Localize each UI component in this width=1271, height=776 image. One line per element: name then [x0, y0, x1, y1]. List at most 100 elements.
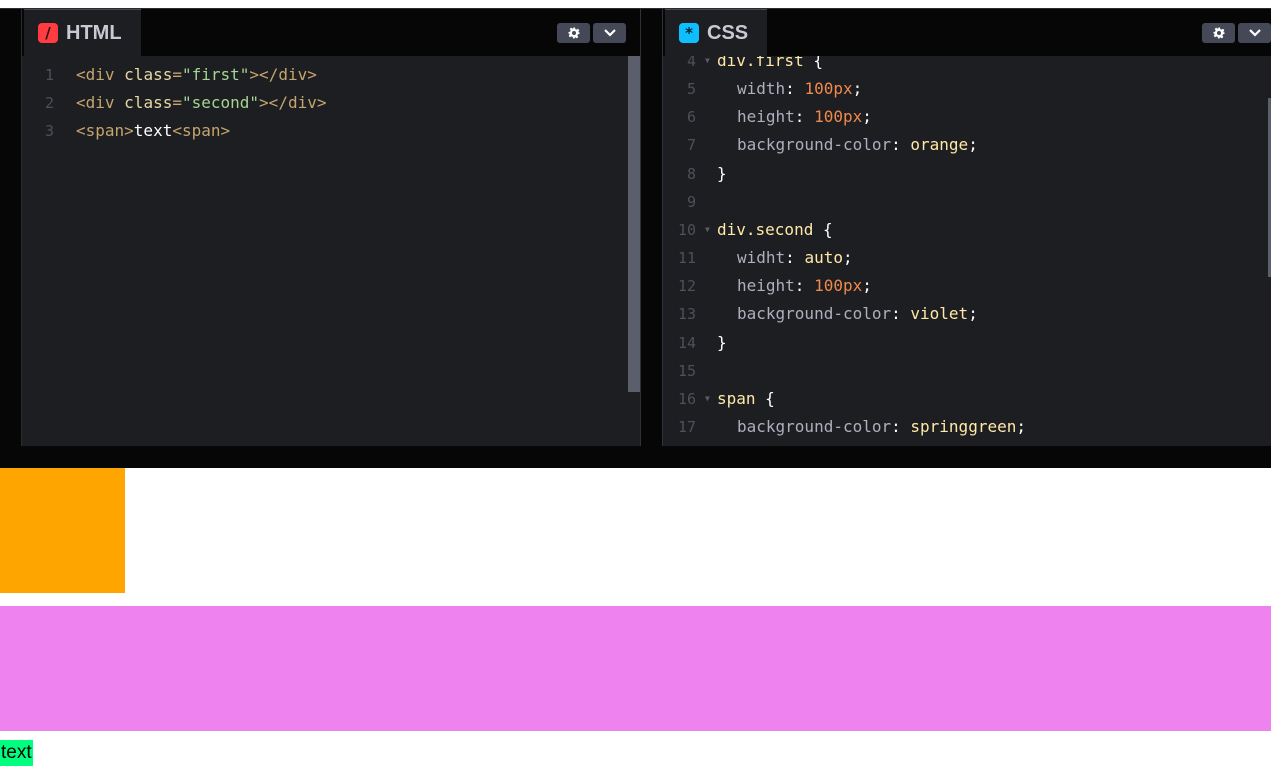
line-number: 8 — [686, 164, 696, 183]
code-token: { — [813, 56, 823, 70]
code-text: background-color: springgreen; — [737, 413, 1026, 441]
code-token: <span> — [76, 121, 134, 140]
line-number: 15 — [677, 361, 696, 380]
code-token: height — [737, 107, 795, 127]
code-token: "first" — [181, 65, 250, 84]
code-text: } — [717, 329, 727, 357]
code-token: = — [172, 93, 182, 112]
code-text: } — [717, 160, 727, 188]
code-token: ; — [1016, 416, 1026, 436]
html-tab-buttons — [557, 23, 626, 43]
code-token: ; — [862, 276, 872, 296]
code-token: height — [737, 276, 795, 296]
code-token: springgreen — [910, 416, 1017, 436]
html-editor-pane: / HTML 1 <div class="first"></div> 2 <div c… — [22, 9, 641, 447]
top-strip — [0, 0, 1271, 8]
code-text: height: 100px; — [737, 103, 872, 131]
code-token: 100px — [804, 79, 853, 99]
code-text: <div class="first"></div> — [76, 61, 317, 89]
code-token: 100px — [814, 276, 863, 296]
code-token: } — [717, 163, 727, 183]
line-number: 1 — [44, 66, 54, 84]
code-text: div.second { — [717, 216, 833, 244]
code-text: height: 100px; — [737, 272, 872, 300]
css-code-editor[interactable]: 4 ▼ div.first {5 width: 100px; 6 height: 100p… — [663, 56, 1271, 447]
css-tab[interactable]: * CSS — [665, 9, 768, 56]
second-div-box — [0, 606, 1271, 731]
code-text: background-color: violet; — [737, 300, 978, 328]
code-token: orange — [910, 135, 969, 155]
css-settings-button[interactable] — [1202, 23, 1235, 43]
code-token: } — [717, 332, 727, 352]
line-number: 12 — [677, 277, 696, 296]
fold-arrow-icon[interactable]: ▼ — [705, 385, 710, 413]
code-token: { — [822, 219, 833, 239]
code-token: { — [765, 388, 775, 408]
gear-icon — [568, 27, 579, 39]
css-asterisk-icon: * — [679, 23, 699, 43]
html-scrollbar[interactable] — [628, 56, 640, 392]
html-code-editor[interactable]: 1 <div class="first"></div> 2 <div class="s… — [22, 56, 640, 447]
code-token: : — [794, 107, 815, 127]
line-number: 4 — [686, 56, 696, 70]
pane-resizer[interactable] — [641, 9, 661, 447]
chevron-down-icon — [1248, 29, 1261, 37]
code-text: widht: auto; — [737, 244, 853, 272]
line-number: 5 — [686, 80, 696, 99]
html-collapse-button[interactable] — [593, 23, 626, 43]
gear-icon — [1213, 27, 1224, 39]
code-token: auto — [804, 248, 843, 268]
first-div-box — [0, 468, 125, 593]
line-number: 17 — [677, 417, 696, 436]
html-tab[interactable]: / HTML — [24, 9, 141, 56]
code-token: ; — [852, 79, 863, 99]
line-number: 10 — [677, 220, 696, 239]
code-token: 100px — [814, 107, 863, 127]
code-text: <div class="second"></div> — [76, 89, 326, 117]
code-token: class — [124, 65, 173, 84]
result-preview: text — [0, 468, 1271, 776]
code-token: text — [133, 121, 173, 140]
code-token: "second" — [181, 93, 260, 112]
code-token: ></div> — [259, 93, 327, 112]
fold-arrow-icon[interactable]: ▼ — [705, 216, 710, 244]
code-text: width: 100px; — [737, 75, 862, 103]
code-token: div.first — [717, 56, 814, 70]
line-number: 9 — [686, 192, 696, 211]
line-number: 3 — [44, 122, 54, 140]
code-token: <div — [76, 65, 125, 84]
preview-resize-bar[interactable] — [0, 446, 1271, 468]
code-token: background-color — [737, 416, 892, 436]
line-number: 13 — [677, 305, 696, 324]
line-number: 14 — [677, 333, 696, 352]
code-token: : — [891, 416, 911, 436]
line-number: 11 — [677, 249, 696, 268]
code-text: background-color: orange; — [737, 131, 978, 159]
left-edge — [0, 9, 22, 447]
html-settings-button[interactable] — [557, 23, 590, 43]
code-text: <span>text<span> — [76, 117, 230, 145]
code-text: div.first { — [717, 56, 823, 75]
code-token: span — [717, 388, 766, 408]
css-tab-buttons — [1202, 23, 1271, 43]
line-number: 16 — [677, 389, 696, 408]
span-text-element: text — [0, 740, 33, 766]
code-token: width — [737, 79, 786, 99]
code-token: ; — [968, 304, 978, 324]
code-token: background-color — [737, 304, 892, 324]
line-number: 2 — [44, 94, 54, 112]
editor-area: / HTML 1 <div class="first"></div> 2 <div c… — [0, 8, 1271, 447]
fold-arrow-icon[interactable]: ▼ — [705, 56, 710, 75]
line-number: 7 — [686, 136, 696, 155]
code-token: : — [794, 276, 815, 296]
code-text: span { — [717, 385, 775, 413]
css-tab-label: CSS — [707, 21, 749, 44]
code-token: background-color — [737, 135, 892, 155]
css-editor-pane: * CSS 4 ▼ div.first {5 width: 100px; 6 height… — [662, 9, 1271, 447]
css-collapse-button[interactable] — [1238, 23, 1271, 43]
html-tab-label: HTML — [66, 21, 122, 44]
code-token: ; — [968, 135, 978, 155]
chevron-down-icon — [603, 29, 616, 37]
code-token: : — [891, 135, 911, 155]
code-token: ; — [842, 248, 853, 268]
